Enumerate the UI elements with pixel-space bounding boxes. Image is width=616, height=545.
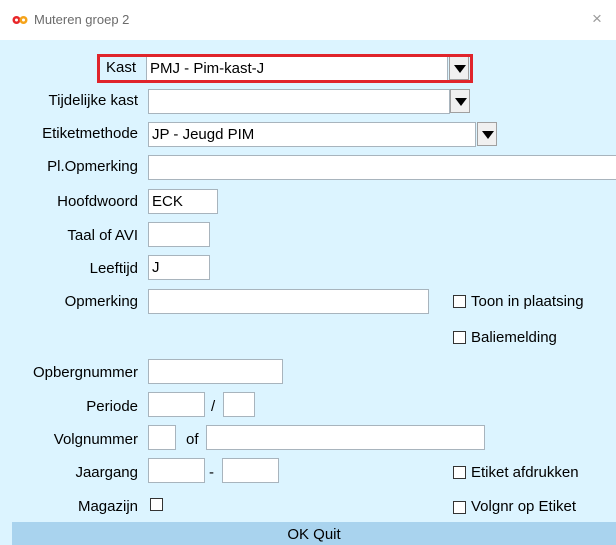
pl-opmerking-input[interactable] (148, 155, 616, 180)
close-icon[interactable]: × (592, 9, 602, 29)
jaargang-separator: - (209, 464, 214, 481)
baliemelding-label: Baliemelding (471, 329, 557, 346)
volgnummer-input[interactable] (148, 425, 176, 450)
toon-in-plaatsing-label: Toon in plaatsing (471, 293, 584, 310)
volgnummer-label: Volgnummer (53, 431, 138, 448)
volgnr-op-etiket-label: Volgnr op Etiket (471, 498, 577, 515)
magazijn-label: Magazijn (77, 498, 138, 515)
button-bar: OK Quit (12, 522, 616, 545)
taal-of-avi-label: Taal of AVI (67, 227, 138, 244)
tijdelijke-kast-dropdown-button[interactable] (450, 89, 470, 113)
volgnummer-total-input[interactable] (206, 425, 485, 450)
etiketmethode-label: Etiketmethode (42, 125, 138, 142)
pl-opmerking-label: Pl.Opmerking (47, 158, 138, 175)
opmerking-label: Opmerking (64, 293, 138, 310)
window-title: Muteren groep 2 (34, 12, 130, 27)
jaargang-to-input[interactable] (222, 458, 279, 483)
title-bar: Muteren groep 2 × (0, 0, 616, 40)
volgnr-op-etiket-checkbox[interactable] (453, 501, 466, 514)
jaargang-label: Jaargang (75, 464, 138, 481)
opbergnummer-label: Opbergnummer (32, 364, 138, 381)
baliemelding-checkbox[interactable] (453, 331, 466, 344)
hoofdwoord-label: Hoofdwoord (57, 193, 138, 210)
magazijn-checkbox[interactable] (150, 498, 163, 511)
etiketmethode-select[interactable]: JP - Jeugd PIM (148, 122, 476, 147)
leeftijd-input[interactable]: J (148, 255, 210, 280)
toon-in-plaatsing-checkbox[interactable] (453, 295, 466, 308)
periode-to-input[interactable] (223, 392, 255, 417)
volgnummer-of-separator: of (186, 431, 199, 448)
jaargang-from-input[interactable] (148, 458, 205, 483)
etiket-afdrukken-label: Etiket afdrukken (471, 464, 579, 481)
tijdelijke-kast-select[interactable] (148, 89, 450, 114)
etiketmethode-dropdown-button[interactable] (477, 122, 497, 146)
ok-quit-buttons[interactable]: OK Quit (12, 526, 616, 543)
opbergnummer-input[interactable] (148, 359, 283, 384)
leeftijd-label: Leeftijd (89, 260, 138, 277)
highlight-box (97, 54, 473, 83)
tijdelijke-kast-label: Tijdelijke kast (48, 92, 138, 109)
opmerking-input[interactable] (148, 289, 429, 314)
periode-label: Periode (86, 398, 138, 415)
taal-of-avi-input[interactable] (148, 222, 210, 247)
periode-from-input[interactable] (148, 392, 205, 417)
etiket-afdrukken-checkbox[interactable] (453, 466, 466, 479)
app-logo-icon (12, 16, 28, 24)
periode-separator: / (211, 398, 216, 415)
hoofdwoord-input[interactable]: ECK (148, 189, 218, 214)
